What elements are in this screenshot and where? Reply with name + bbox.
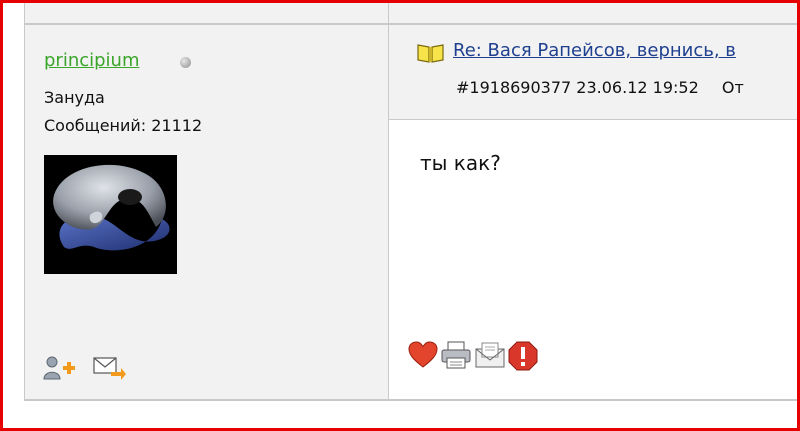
like-heart-icon[interactable]: [408, 341, 438, 373]
previous-post-edge: [46, 0, 56, 3]
forum-post: principium Зануда Сообщений: 21112 Re: В…: [24, 24, 800, 400]
add-friend-icon[interactable]: [43, 355, 77, 385]
avatar[interactable]: [44, 155, 177, 274]
post-meta: #1918690377 23.06.12 19:52 От: [456, 78, 744, 97]
offline-status-icon: [180, 57, 191, 68]
print-icon[interactable]: [440, 341, 472, 373]
post-datetime: 23.06.12 19:52: [576, 78, 699, 97]
post-header: Re: Вася Рапейсов, вернись, в #191869037…: [389, 25, 800, 120]
post-body: ты как?: [420, 151, 501, 175]
book-icon: [417, 43, 444, 67]
previous-post-fragment: [24, 0, 800, 24]
post-from-label: От: [721, 78, 744, 97]
post-bottom-border: [24, 400, 800, 401]
send-message-icon[interactable]: [93, 355, 127, 385]
user-post-count: Сообщений: 21112: [44, 116, 203, 135]
email-icon[interactable]: [474, 341, 506, 373]
post-id-link[interactable]: #1918690377: [456, 78, 571, 97]
user-info-panel: principium Зануда Сообщений: 21112: [25, 25, 389, 399]
column-divider: [388, 0, 389, 24]
username-link[interactable]: principium: [44, 50, 140, 71]
post-title-link[interactable]: Re: Вася Рапейсов, вернись, в: [453, 40, 736, 61]
user-rank: Зануда: [44, 88, 105, 107]
report-icon[interactable]: [508, 341, 538, 375]
